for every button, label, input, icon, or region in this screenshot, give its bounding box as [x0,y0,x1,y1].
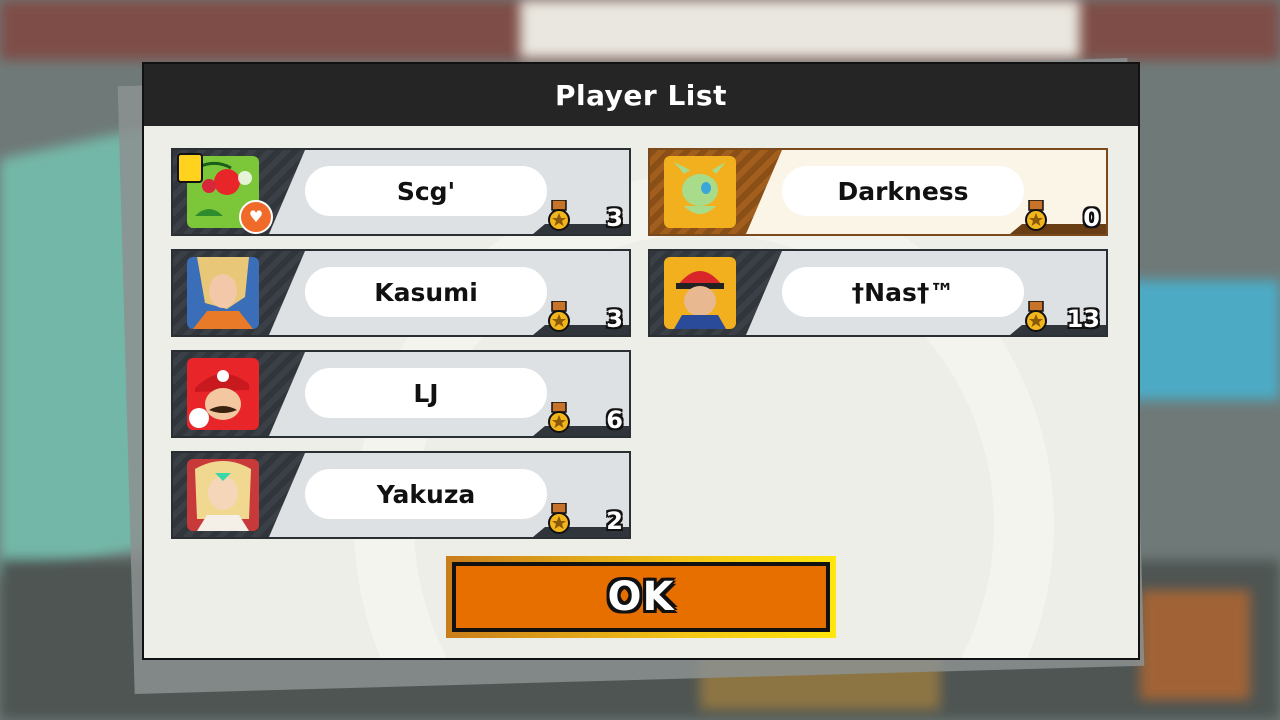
zero-suit-samus-icon [187,257,259,329]
player-name: Scg' [305,166,547,216]
medal-icon [1025,200,1047,231]
win-count: 3 [606,305,623,333]
player-name: †Nas†™ [782,267,1024,317]
medal-icon [1025,301,1047,332]
medal-icon [548,503,570,534]
win-count: 2 [606,507,623,535]
player-name: LJ [305,368,547,418]
player-name: Kasumi [305,267,547,317]
player-name: Darkness [782,166,1024,216]
win-count: 3 [606,204,623,232]
dialog-title: Player List [555,78,727,112]
lock-icon [177,153,203,183]
player-card[interactable]: Darkness 0 [648,148,1108,236]
player-name: Yakuza [305,469,547,519]
win-count: 6 [606,406,623,434]
win-count: 13 [1066,305,1100,333]
celebi-icon [664,156,736,228]
player-card[interactable]: †Nas†™ 13 [648,249,1108,337]
win-count: 0 [1083,204,1100,232]
ok-button[interactable]: OK [446,556,836,638]
ok-button-label: OK [452,562,830,632]
player-card[interactable]: Kasumi 3 [171,249,631,337]
dialog-title-bar: Player List [144,64,1138,126]
player-list-dialog: Player List ♥ Scg' 3 Darkness 0 Kasumi 3… [142,62,1140,660]
player-card[interactable]: Yakuza 2 [171,451,631,539]
medal-icon [548,200,570,231]
medal-icon [548,301,570,332]
player-card[interactable]: ♥ Scg' 3 [171,148,631,236]
medal-icon [548,402,570,433]
pokemon-trainer-icon [664,257,736,329]
heart-icon: ♥ [239,200,273,234]
mythra-icon [187,459,259,531]
player-card[interactable]: LJ 6 [171,350,631,438]
mario-icon [187,358,259,430]
